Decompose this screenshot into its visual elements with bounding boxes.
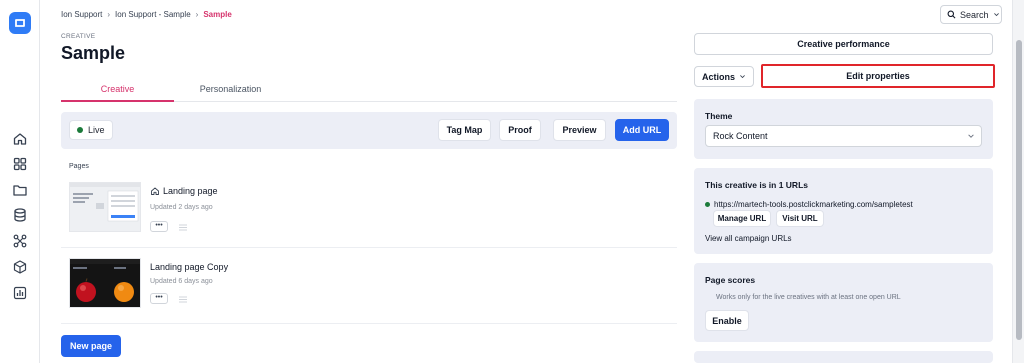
chevron-right-icon: › bbox=[107, 10, 111, 19]
url-row: https://martech-tools.postclickmarketing… bbox=[705, 200, 913, 209]
page-list-item[interactable]: Landing page Updated 2 days ago ••• bbox=[61, 172, 677, 248]
drag-handle-icon[interactable] bbox=[178, 295, 188, 304]
home-icon bbox=[151, 187, 159, 195]
logo-icon bbox=[15, 19, 25, 27]
page-scores-note: Works only for the live creatives with a… bbox=[716, 294, 901, 301]
search-icon bbox=[947, 10, 956, 19]
chevron-down-icon bbox=[968, 134, 974, 138]
page-eyebrow: CREATIVE bbox=[61, 33, 96, 40]
breadcrumb: Ion Support › Ion Support - Sample › Sam… bbox=[61, 10, 232, 19]
apple-orange-preview-image bbox=[70, 259, 140, 307]
view-all-urls-link[interactable]: View all campaign URLs bbox=[705, 234, 792, 243]
drag-handle-icon[interactable] bbox=[178, 223, 188, 232]
left-nav-rail bbox=[0, 0, 40, 363]
theme-value: Rock Content bbox=[713, 131, 768, 141]
theme-select[interactable]: Rock Content bbox=[705, 125, 982, 147]
landing-page-preview-image bbox=[70, 183, 140, 231]
chevron-down-icon bbox=[993, 13, 999, 17]
page-name[interactable]: Landing page Copy bbox=[150, 262, 228, 272]
app-root: Ion Support › Ion Support - Sample › Sam… bbox=[0, 0, 1024, 363]
search-button[interactable]: Search bbox=[940, 5, 1002, 24]
tab-bar: Creative Personalization bbox=[61, 84, 677, 102]
visit-url-button[interactable]: Visit URL bbox=[776, 210, 824, 227]
next-panel bbox=[694, 351, 993, 363]
tab-creative[interactable]: Creative bbox=[61, 84, 174, 102]
dashboard-grid-icon[interactable] bbox=[12, 156, 28, 172]
more-options-button[interactable]: ••• bbox=[150, 221, 168, 232]
breadcrumb-current: Sample bbox=[203, 10, 232, 19]
enable-button[interactable]: Enable bbox=[705, 310, 749, 331]
folder-icon[interactable] bbox=[12, 182, 28, 198]
page-scores-panel: Page scores Works only for the live crea… bbox=[694, 263, 993, 342]
preview-button[interactable]: Preview bbox=[553, 119, 606, 141]
status-dot-icon bbox=[705, 202, 710, 207]
page-updated-time: Updated 6 days ago bbox=[150, 278, 213, 285]
page-list-item[interactable]: Landing page Copy Updated 6 days ago ••• bbox=[61, 248, 677, 324]
creative-performance-button[interactable]: Creative performance bbox=[694, 33, 993, 55]
actions-label: Actions bbox=[701, 71, 735, 82]
page-title-row: Landing page bbox=[150, 186, 218, 196]
page-thumbnail[interactable] bbox=[69, 258, 141, 308]
tab-personalization[interactable]: Personalization bbox=[174, 84, 287, 102]
urls-panel: This creative is in 1 URLs https://marte… bbox=[694, 168, 993, 254]
page-thumbnail[interactable] bbox=[69, 182, 141, 232]
app-logo[interactable] bbox=[9, 12, 31, 34]
page-title-row: Landing page Copy bbox=[150, 262, 228, 272]
breadcrumb-item[interactable]: Ion Support - Sample bbox=[115, 10, 191, 19]
reports-chart-icon[interactable] bbox=[12, 285, 28, 301]
add-url-button[interactable]: Add URL bbox=[615, 119, 669, 141]
more-options-button[interactable]: ••• bbox=[150, 293, 168, 304]
actions-dropdown[interactable]: Actions bbox=[694, 66, 754, 87]
chevron-down-icon bbox=[740, 75, 745, 79]
theme-title: Theme bbox=[705, 111, 733, 121]
chevron-right-icon: › bbox=[195, 10, 199, 19]
edit-properties-button[interactable]: Edit properties bbox=[761, 64, 995, 88]
urls-title: This creative is in 1 URLs bbox=[705, 180, 808, 190]
vertical-scrollbar[interactable] bbox=[1012, 0, 1024, 363]
page-updated-time: Updated 2 days ago bbox=[150, 204, 213, 211]
database-icon[interactable] bbox=[12, 207, 28, 223]
status-label: Live bbox=[88, 125, 105, 135]
proof-button[interactable]: Proof bbox=[499, 119, 541, 141]
pages-section-label: Pages bbox=[69, 163, 89, 170]
box-icon[interactable] bbox=[12, 259, 28, 275]
home-icon[interactable] bbox=[12, 131, 28, 147]
manage-url-button[interactable]: Manage URL bbox=[713, 210, 771, 227]
status-badge[interactable]: Live bbox=[69, 120, 113, 140]
scrollbar-thumb[interactable] bbox=[1016, 40, 1022, 340]
breadcrumb-item[interactable]: Ion Support bbox=[61, 10, 102, 19]
page-scores-title: Page scores bbox=[705, 275, 756, 285]
theme-panel: Theme Rock Content bbox=[694, 99, 993, 159]
campaign-url[interactable]: https://martech-tools.postclickmarketing… bbox=[714, 200, 913, 209]
status-dot-icon bbox=[77, 127, 83, 133]
new-page-button[interactable]: New page bbox=[61, 335, 121, 357]
creative-toolbar: Live Tag Map Proof Preview Add URL bbox=[61, 112, 677, 149]
tag-map-button[interactable]: Tag Map bbox=[438, 119, 491, 141]
search-label: Search bbox=[960, 9, 989, 20]
page-title: Sample bbox=[61, 43, 126, 63]
integrations-icon[interactable] bbox=[12, 233, 28, 249]
page-name[interactable]: Landing page bbox=[163, 186, 218, 196]
